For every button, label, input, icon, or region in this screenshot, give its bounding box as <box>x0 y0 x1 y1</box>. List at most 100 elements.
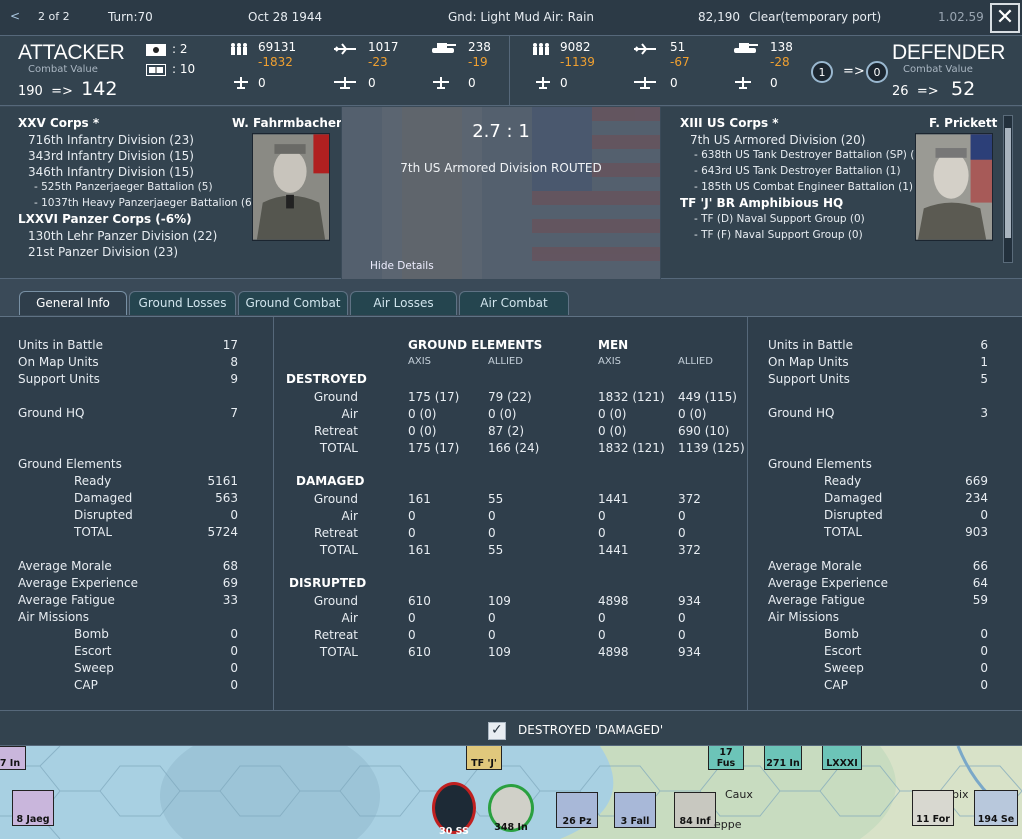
tab-air-combat[interactable]: Air Combat <box>459 291 569 315</box>
svg-text:0: 0 <box>874 66 881 79</box>
attacker-stat-label: Ready <box>74 474 112 488</box>
defender-stat-value: 903 <box>965 525 988 539</box>
header-divider <box>509 36 510 106</box>
close-button[interactable]: ✕ <box>990 3 1020 33</box>
unit-line[interactable]: 7th US Armored Division (20) <box>690 133 865 147</box>
tab-ground-combat[interactable]: Ground Combat <box>238 291 348 315</box>
tank-icon <box>734 43 758 53</box>
unit-line[interactable]: 716th Infantry Division (23) <box>28 133 194 147</box>
unit-hq[interactable]: XXV Corps * <box>18 116 99 130</box>
defender-stat-value: 0 <box>980 644 988 658</box>
tab-general-info[interactable]: General Info <box>19 291 127 315</box>
unit-line[interactable]: - 525th Panzerjaeger Battalion (5) <box>34 181 213 193</box>
unit-hq[interactable]: LXXVI Panzer Corps (-6%) <box>18 212 192 226</box>
unit-line[interactable]: - TF (D) Naval Support Group (0) <box>694 213 865 225</box>
map-place-label: bix <box>952 788 969 801</box>
defender-men: 9082 <box>560 40 591 54</box>
tab-ground-losses[interactable]: Ground Losses <box>129 291 236 315</box>
defender-men-loss: -1139 <box>560 55 595 69</box>
axis-subheader: AXIS <box>598 356 621 367</box>
losses-cell: 175 (17) <box>408 441 460 455</box>
unit-line[interactable]: - TF (F) Naval Support Group (0) <box>694 229 863 241</box>
losses-cell: 0 (0) <box>408 407 437 421</box>
losses-cell: 161 <box>408 543 431 557</box>
map-place-label: Caux <box>725 788 753 801</box>
attacker-stat-label: Bomb <box>74 627 109 641</box>
attacker-stat-label: On Map Units <box>18 355 99 369</box>
defender-stat-value: 66 <box>972 559 988 573</box>
unit-counter[interactable]: 7 In <box>0 746 26 770</box>
unit-line[interactable]: 130th Lehr Panzer Division (22) <box>28 229 217 243</box>
units-scrollbar[interactable] <box>1003 115 1013 263</box>
defender-units-panel: XIII US Corps * 7th US Armored Division … <box>661 107 1022 279</box>
losses-cell: 934 <box>678 645 701 659</box>
unit-counter[interactable]: 3 Fall <box>614 792 656 828</box>
defender-stat-value: 1 <box>980 355 988 369</box>
attacker-stat-label: Damaged <box>74 491 133 505</box>
attacker-stat-label: Ground Elements <box>18 457 122 471</box>
tab-air-losses[interactable]: Air Losses <box>350 291 457 315</box>
damaged-header: DAMAGED <box>296 474 365 488</box>
attacker-leader-name: W. Fahrmbacher <box>232 116 341 130</box>
unit-line[interactable]: - 185th US Combat Engineer Battalion (1) <box>694 181 913 193</box>
selected-unit-counter[interactable]: 30 SS <box>432 782 476 837</box>
defender-stat-value: 5 <box>980 372 988 386</box>
unit-counter[interactable]: 271 In <box>764 746 802 770</box>
disrupted-header: DISRUPTED <box>289 576 367 590</box>
attacker-stat-label: Support Units <box>18 372 100 386</box>
defender-cv-label: Combat Value <box>903 64 973 75</box>
defender-stat-label: Bomb <box>824 627 859 641</box>
losses-cell: 166 (24) <box>488 441 540 455</box>
attacker-stat-label: Air Missions <box>18 610 90 624</box>
unit-counter[interactable]: LXXXI <box>822 746 862 770</box>
attacker-stat-label: Disrupted <box>74 508 133 522</box>
odds-ratio: 2.7 : 1 <box>472 121 530 142</box>
map-strip[interactable]: 7 In TF 'J' 17 Fus 271 In LXXXI 8 Jaeg 3… <box>0 746 1022 839</box>
defender-stat-label: Ready <box>824 474 862 488</box>
losses-cell: 690 (10) <box>678 424 730 438</box>
unit-counter[interactable]: 84 Inf <box>674 792 716 828</box>
unit-counter[interactable]: TF 'J' <box>466 746 502 770</box>
attacker-title: ATTACKER <box>18 41 125 64</box>
unit-hq[interactable]: XIII US Corps * <box>680 116 779 130</box>
destroyed-damaged-checkbox[interactable]: ✓ <box>488 722 506 740</box>
losses-row-label: Air <box>341 509 358 523</box>
attacker-stat-value: 563 <box>215 491 238 505</box>
unit-counter[interactable]: 8 Jaeg <box>12 790 54 826</box>
attacker-stat-label: Escort <box>74 644 112 658</box>
unit-counter[interactable]: 194 Se <box>974 790 1018 826</box>
unit-hq[interactable]: TF 'J' BR Amphibious HQ <box>680 196 843 210</box>
losses-cell: 0 <box>408 611 416 625</box>
unit-counter[interactable]: 17 Fus <box>708 746 744 770</box>
losses-row-label: TOTAL <box>319 441 358 455</box>
defender-title: DEFENDER <box>892 41 1006 64</box>
transport-icon <box>735 77 751 89</box>
bomber-icon <box>334 77 356 89</box>
date-label: Oct 28 1944 <box>248 10 323 24</box>
losses-cell: 109 <box>488 594 511 608</box>
unit-line[interactable]: 343rd Infantry Division (15) <box>28 149 194 163</box>
unit-line[interactable]: 21st Panzer Division (23) <box>28 245 178 259</box>
tab-bar: General Info Ground Losses Ground Combat… <box>0 279 1022 316</box>
hide-details-link[interactable]: Hide Details <box>370 260 434 272</box>
unit-line[interactable]: - 638th US Tank Destroyer Battalion (SP)… <box>694 149 925 161</box>
prev-page-button[interactable]: < <box>10 9 20 23</box>
unit-line[interactable]: - 1037th Heavy Panzerjaeger Battalion (6… <box>34 197 256 209</box>
unit-counter[interactable]: 348 In <box>488 784 534 833</box>
unit-counter[interactable]: 26 Pz <box>556 792 598 828</box>
fighter-icon <box>536 77 550 89</box>
unit-counter[interactable]: 11 For <box>912 790 954 826</box>
column-divider <box>747 317 748 711</box>
attacker-stat-value: 5724 <box>207 525 238 539</box>
unit-line[interactable]: - 643rd US Tank Destroyer Battalion (1) <box>694 165 901 177</box>
unit-line[interactable]: 346th Infantry Division (15) <box>28 165 194 179</box>
defender-stat-label: Escort <box>824 644 862 658</box>
tank-icon <box>432 43 456 53</box>
defender-air-loss: -67 <box>670 55 690 69</box>
fortification-icon-after: 0 <box>866 61 888 83</box>
allied-subheader: ALLIED <box>488 356 523 367</box>
losses-cell: 0 <box>598 509 606 523</box>
losses-cell: 1139 (125) <box>678 441 745 455</box>
attacker-stat-label: Ground HQ <box>18 406 85 420</box>
defender-tanks: 138 <box>770 40 793 54</box>
